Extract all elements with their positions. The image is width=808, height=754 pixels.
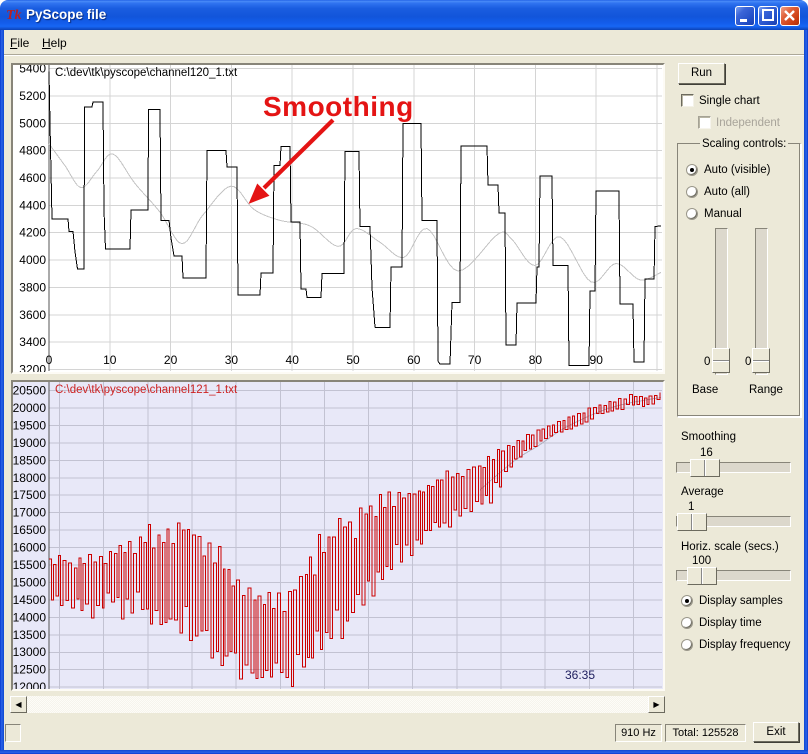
svg-text:19000: 19000: [13, 436, 46, 450]
svg-text:4000: 4000: [19, 253, 46, 267]
svg-text:12500: 12500: [13, 663, 46, 677]
svg-text:20: 20: [164, 353, 178, 367]
svg-text:4800: 4800: [19, 144, 46, 158]
svg-text:15500: 15500: [13, 558, 46, 572]
svg-text:3600: 3600: [19, 308, 46, 322]
svg-text:18000: 18000: [13, 471, 46, 485]
svg-text:19500: 19500: [13, 418, 46, 432]
svg-text:50: 50: [346, 353, 360, 367]
svg-text:70: 70: [468, 353, 482, 367]
svg-text:40: 40: [286, 353, 300, 367]
svg-text:4200: 4200: [19, 226, 46, 240]
svg-text:13000: 13000: [13, 645, 46, 659]
svg-text:20500: 20500: [13, 384, 46, 398]
svg-text:Smoothing: Smoothing: [263, 91, 414, 122]
svg-text:4600: 4600: [19, 171, 46, 185]
svg-text:5000: 5000: [19, 116, 46, 130]
svg-text:C:\dev\tk\pyscope\channel120_1: C:\dev\tk\pyscope\channel120_1.txt: [55, 67, 238, 79]
svg-text:14500: 14500: [13, 593, 46, 607]
svg-text:90: 90: [590, 353, 604, 367]
svg-text:10: 10: [103, 353, 117, 367]
svg-text:12000: 12000: [13, 680, 46, 689]
svg-text:17500: 17500: [13, 488, 46, 502]
svg-text:36:35: 36:35: [565, 668, 595, 682]
svg-text:16500: 16500: [13, 523, 46, 537]
svg-text:20000: 20000: [13, 401, 46, 415]
svg-text:17000: 17000: [13, 506, 46, 520]
svg-text:3800: 3800: [19, 280, 46, 294]
svg-text:60: 60: [407, 353, 421, 367]
svg-text:13500: 13500: [13, 628, 46, 642]
svg-text:C:\dev\tk\pyscope\channel121_1: C:\dev\tk\pyscope\channel121_1.txt: [55, 384, 238, 396]
svg-text:30: 30: [225, 353, 239, 367]
svg-text:80: 80: [529, 353, 543, 367]
svg-text:16000: 16000: [13, 541, 46, 555]
svg-text:5400: 5400: [19, 65, 46, 76]
svg-text:18500: 18500: [13, 453, 46, 467]
svg-text:5200: 5200: [19, 89, 46, 103]
svg-text:3200: 3200: [19, 363, 46, 373]
svg-text:14000: 14000: [13, 610, 46, 624]
svg-text:0: 0: [46, 353, 53, 367]
svg-text:3400: 3400: [19, 335, 46, 349]
svg-text:4400: 4400: [19, 198, 46, 212]
svg-text:15000: 15000: [13, 576, 46, 590]
